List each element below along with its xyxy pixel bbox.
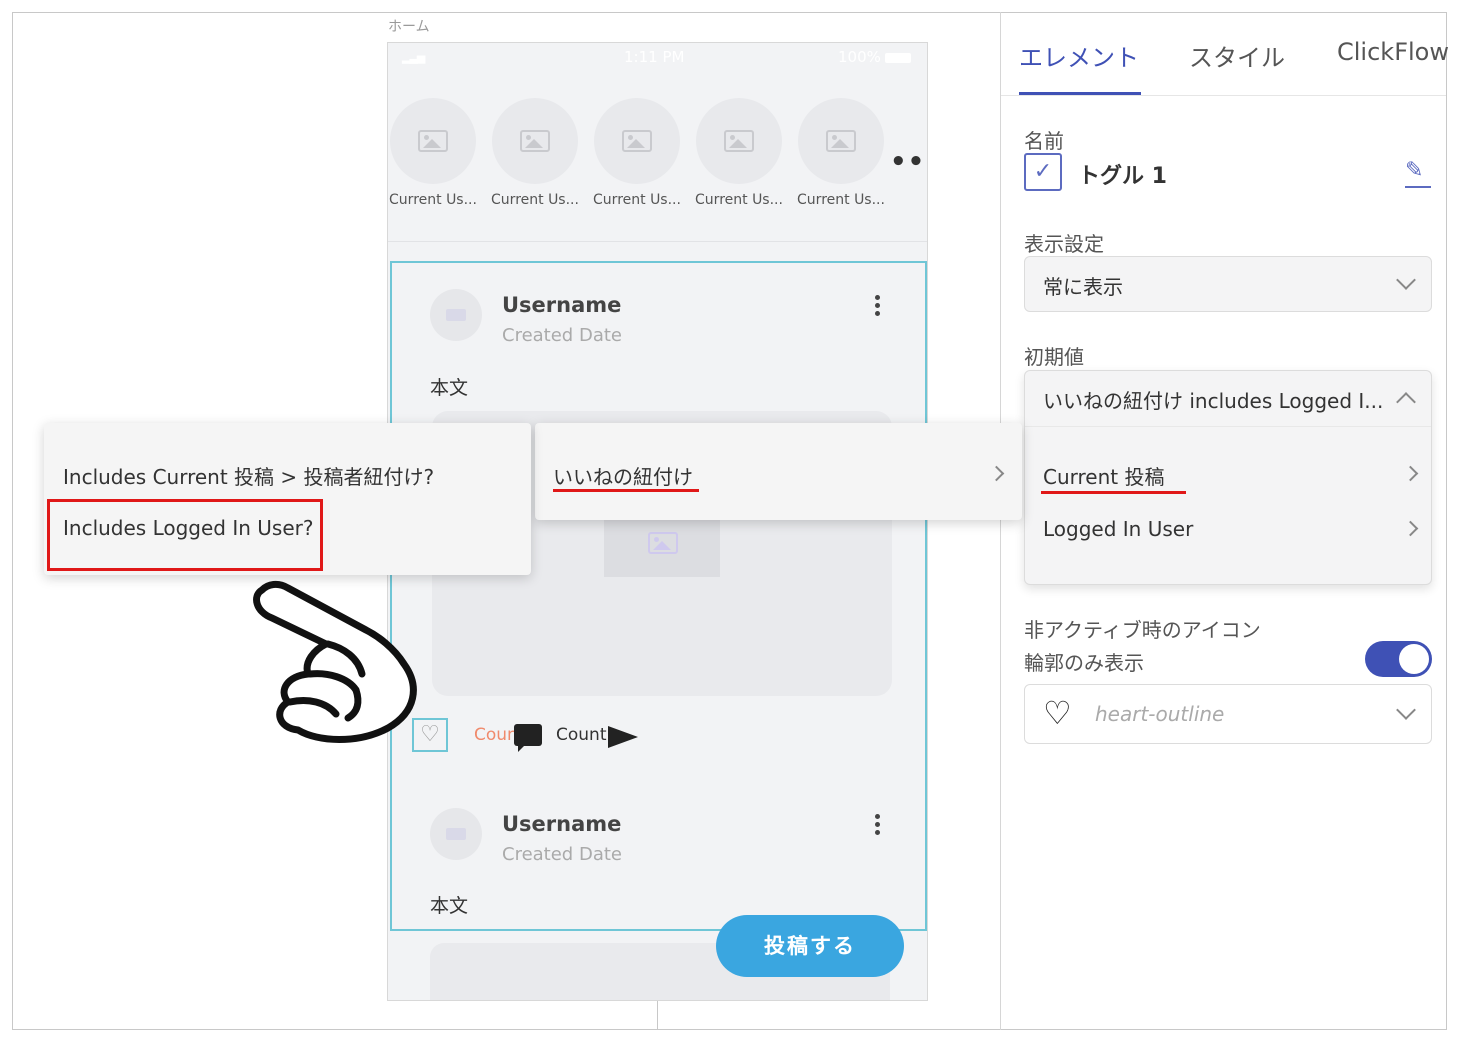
active-tab-indicator — [1019, 92, 1141, 95]
story-item[interactable]: Current Us... — [490, 98, 580, 208]
menu-item-like-relation[interactable]: いいねの紐付け — [553, 461, 693, 490]
post-date: Created Date — [502, 325, 622, 346]
visibility-label: 表示設定 — [1024, 232, 1104, 256]
panel-tabs: エレメント スタイル ClickFlow — [1001, 12, 1449, 96]
canvas-guide-line — [657, 1000, 658, 1030]
battery-status: 100% — [838, 48, 911, 66]
post-button[interactable]: 投稿する — [716, 915, 904, 977]
edit-pencil-icon[interactable]: ✎ — [1405, 158, 1432, 188]
story-avatar — [696, 98, 782, 184]
initial-value-label: 初期値 — [1024, 345, 1084, 369]
menu-item-includes-current-post[interactable]: Includes Current 投稿 > 投稿者紐付け? — [63, 461, 434, 490]
post-actions: ♡ Count Count — [412, 718, 712, 778]
chevron-down-icon — [1396, 270, 1416, 290]
initial-value: いいねの紐付け includes Logged I... — [1043, 389, 1384, 413]
story-avatar — [798, 98, 884, 184]
image-placeholder-icon — [622, 130, 652, 152]
story-avatar — [390, 98, 476, 184]
image-placeholder-icon — [520, 130, 550, 152]
post-date: Created Date — [502, 844, 622, 865]
status-bar: ▂▃▅ 1:11 PM 100% — [388, 43, 927, 73]
like-count: Count — [474, 725, 525, 745]
post-list-selected[interactable]: Username Created Date 本文 ♡ Count Count U… — [390, 261, 927, 931]
chevron-right-icon — [988, 465, 1005, 482]
visibility-value: 常に表示 — [1043, 275, 1123, 299]
icon-select[interactable]: ♡ heart-outline — [1024, 684, 1432, 744]
post-username: Username — [502, 293, 622, 317]
story-label: Current Us... — [593, 192, 681, 208]
post-body: 本文 — [430, 895, 469, 917]
submenu-level2: いいねの紐付け — [535, 423, 1022, 520]
story-label: Current Us... — [797, 192, 885, 208]
element-name: トグル 1 — [1078, 164, 1167, 189]
story-label: Current Us... — [491, 192, 579, 208]
initial-value-select[interactable]: いいねの紐付け includes Logged I... — [1025, 371, 1431, 427]
tab-element[interactable]: エレメント — [1019, 38, 1139, 73]
highlight-underline — [553, 489, 699, 492]
screen-label: ホーム — [388, 19, 430, 35]
image-placeholder-icon — [418, 130, 448, 152]
share-send-icon[interactable] — [608, 726, 638, 748]
story-item[interactable]: Current Us... — [592, 98, 682, 208]
heart-outline-icon: ♡ — [1043, 694, 1072, 732]
story-label: Current Us... — [389, 192, 477, 208]
story-avatar — [492, 98, 578, 184]
outline-toggle[interactable] — [1365, 641, 1432, 677]
checkbox-icon: ✓ — [1024, 153, 1062, 191]
comment-icon[interactable] — [514, 724, 542, 752]
avatar — [430, 808, 482, 860]
option-current-post[interactable]: Current 投稿 — [1043, 461, 1164, 490]
tab-clickflow[interactable]: ClickFlow — [1337, 38, 1449, 66]
pointing-hand-icon — [253, 580, 417, 743]
post-menu-icon[interactable] — [875, 295, 881, 319]
highlight-box — [47, 499, 323, 571]
status-time: 1:11 PM — [624, 48, 685, 66]
story-label: Current Us... — [695, 192, 783, 208]
chevron-right-icon — [1402, 520, 1419, 537]
initial-value-dropdown[interactable]: いいねの紐付け includes Logged I... Current 投稿 … — [1024, 370, 1432, 585]
battery-icon — [884, 52, 911, 63]
image-placeholder — [604, 511, 720, 577]
inactive-icon-label: 非アクティブ時のアイコン — [1024, 618, 1261, 642]
post-menu-icon[interactable] — [875, 814, 881, 838]
post-body: 本文 — [430, 377, 469, 399]
story-item[interactable]: Current Us... — [796, 98, 886, 208]
image-placeholder-icon — [648, 532, 678, 554]
option-logged-in-user[interactable]: Logged In User — [1043, 517, 1193, 541]
chevron-right-icon — [1402, 465, 1419, 482]
post-username: Username — [502, 812, 622, 836]
comment-count: Count — [556, 725, 607, 745]
chevron-up-icon — [1396, 392, 1416, 412]
story-item[interactable]: Current Us... — [694, 98, 784, 208]
tab-style[interactable]: スタイル — [1189, 38, 1285, 73]
image-placeholder-icon — [724, 130, 754, 152]
story-avatar — [594, 98, 680, 184]
chevron-down-icon — [1396, 700, 1416, 720]
panel-separator — [1000, 12, 1001, 1030]
more-icon[interactable]: ••• — [890, 147, 927, 177]
outline-only-label: 輪郭のみ表示 — [1024, 651, 1144, 675]
story-list: Current Us... Current Us... Current Us..… — [388, 98, 927, 243]
divider — [388, 241, 927, 242]
visibility-select[interactable]: 常に表示 — [1024, 256, 1432, 312]
name-label: 名前 — [1024, 129, 1064, 153]
avatar — [430, 289, 482, 341]
highlight-underline — [1041, 491, 1186, 494]
signal-icon: ▂▃▅ — [402, 51, 425, 64]
story-item[interactable]: Current Us... — [388, 98, 478, 208]
icon-value: heart-outline — [1095, 702, 1225, 726]
image-placeholder-icon — [826, 130, 856, 152]
